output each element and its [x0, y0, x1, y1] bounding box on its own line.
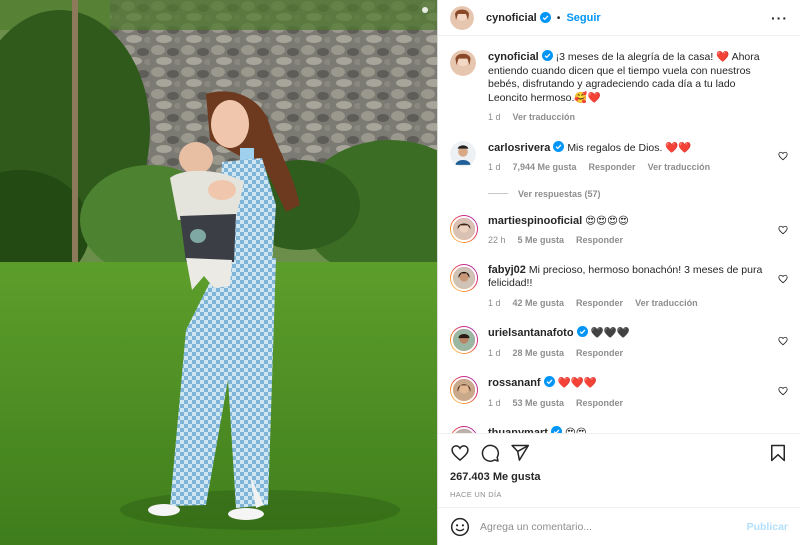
comment-heart-icon[interactable]	[778, 225, 788, 235]
comment-heart-icon[interactable]	[778, 274, 788, 284]
story-ring[interactable]	[450, 263, 478, 292]
avatar[interactable]	[450, 5, 474, 30]
reply-button[interactable]: Responder	[589, 161, 636, 175]
post-photo[interactable]	[0, 0, 437, 545]
story-ring[interactable]	[450, 214, 478, 243]
view-replies-button[interactable]: Ver respuestas (57)	[488, 189, 788, 199]
avatar	[451, 327, 477, 353]
carousel-indicator	[422, 7, 428, 13]
comment-time[interactable]: 22 h	[488, 234, 506, 248]
reply-button[interactable]: Responder	[576, 397, 623, 411]
heart-icon[interactable]	[450, 443, 470, 463]
verified-icon	[576, 326, 588, 337]
verified-icon	[541, 50, 553, 61]
emoji-icon[interactable]	[450, 517, 470, 537]
comment-username[interactable]: carlosrivera	[488, 142, 550, 154]
comment-username[interactable]: thuanymart	[488, 427, 548, 433]
comment-likes[interactable]: 42 Me gusta	[513, 297, 565, 311]
comment-text: Mis regalos de Dios. ❤️❤️	[567, 141, 692, 154]
bookmark-icon[interactable]	[768, 443, 788, 463]
action-bar	[438, 433, 800, 471]
avatar	[451, 264, 477, 291]
more-horizontal-icon[interactable]: ···	[768, 11, 788, 25]
comment-username[interactable]: urielsantanafoto	[488, 327, 574, 339]
post-header: cynoficial • Seguir ···	[438, 0, 800, 36]
see-translation-button[interactable]: Ver traducción	[513, 111, 576, 125]
comment: fabyj02 Mi precioso, hermoso bonachón! 3…	[450, 263, 788, 311]
comment-text: ❤️❤️❤️	[557, 377, 597, 389]
caption: cynoficial ¡3 meses de la alegría de la …	[450, 50, 788, 125]
caption-time[interactable]: 1 d	[488, 111, 501, 125]
comments-list[interactable]: cynoficial ¡3 meses de la alegría de la …	[438, 36, 800, 433]
publish-button[interactable]: Publicar	[747, 521, 788, 533]
comment-composer: Publicar	[438, 507, 800, 545]
reply-button[interactable]: Responder	[576, 347, 623, 361]
comment-text: 🖤🖤🖤	[590, 327, 630, 339]
comment-likes[interactable]: 53 Me gusta	[513, 397, 565, 411]
comment-time[interactable]: 1 d	[488, 347, 501, 361]
comment: rossananf ❤️❤️❤️ 1 d 53 Me gusta Responder	[450, 376, 788, 410]
see-translation-button[interactable]: Ver traducción	[635, 297, 698, 311]
verified-icon	[550, 426, 562, 433]
comment-username[interactable]: fabyj02	[488, 264, 526, 276]
comment-likes[interactable]: 7,944 Me gusta	[513, 161, 577, 175]
header-username[interactable]: cynoficial	[486, 12, 537, 24]
comment-heart-icon[interactable]	[778, 386, 788, 396]
comment-text: Mi precioso, hermoso bonachón! 3 meses d…	[488, 263, 763, 290]
replies-line	[488, 193, 508, 194]
verified-icon	[539, 12, 551, 23]
reply-button[interactable]: Responder	[576, 297, 623, 311]
comment-username[interactable]: rossananf	[488, 377, 541, 389]
comment-text: 😍😍😍😍	[585, 214, 629, 227]
avatar[interactable]	[450, 140, 476, 167]
verified-icon	[553, 140, 565, 152]
reply-button[interactable]: Responder	[576, 234, 623, 248]
likes-count[interactable]: 267.403 Me gusta	[438, 471, 800, 487]
comment-username[interactable]: martiespinooficial	[488, 215, 582, 227]
comment: carlosrivera Mis regalos de Dios. ❤️❤️ 1…	[450, 140, 788, 175]
post-date[interactable]: HACE UN DÍA	[438, 487, 800, 507]
comment: martiespinooficial 😍😍😍😍 22 h 5 Me gusta Re…	[450, 214, 788, 248]
comment-icon[interactable]	[480, 443, 500, 463]
see-translation-button[interactable]: Ver traducción	[648, 161, 711, 175]
verified-icon	[543, 376, 555, 387]
comment-heart-icon[interactable]	[778, 336, 788, 346]
follow-button[interactable]: Seguir	[566, 12, 600, 24]
story-ring[interactable]	[450, 326, 478, 354]
story-ring[interactable]	[450, 376, 478, 404]
post-panel: cynoficial • Seguir ··· cynoficial ¡3 me…	[437, 0, 800, 545]
comment-likes[interactable]: 28 Me gusta	[513, 347, 565, 361]
avatar[interactable]	[450, 50, 476, 76]
comment-time[interactable]: 1 d	[488, 397, 501, 411]
comment-time[interactable]: 1 d	[488, 161, 501, 175]
post-image	[0, 0, 437, 545]
avatar	[451, 215, 477, 242]
share-icon[interactable]	[510, 443, 530, 463]
comment: thuanymart 😍😍	[450, 426, 788, 433]
avatar	[451, 427, 477, 433]
story-ring[interactable]	[450, 426, 478, 433]
view-replies-label: Ver respuestas (57)	[518, 188, 601, 199]
comment-likes[interactable]: 5 Me gusta	[518, 234, 565, 248]
avatar	[451, 377, 477, 403]
comment-input[interactable]	[480, 520, 747, 533]
comment-heart-icon[interactable]	[778, 151, 788, 161]
comment-time[interactable]: 1 d	[488, 297, 501, 311]
comment-text: 😍😍	[564, 427, 587, 433]
comment: urielsantanafoto 🖤🖤🖤 1 d 28 Me gusta Respo…	[450, 326, 788, 360]
caption-username[interactable]: cynoficial	[488, 51, 539, 63]
header-separator: •	[556, 11, 561, 24]
